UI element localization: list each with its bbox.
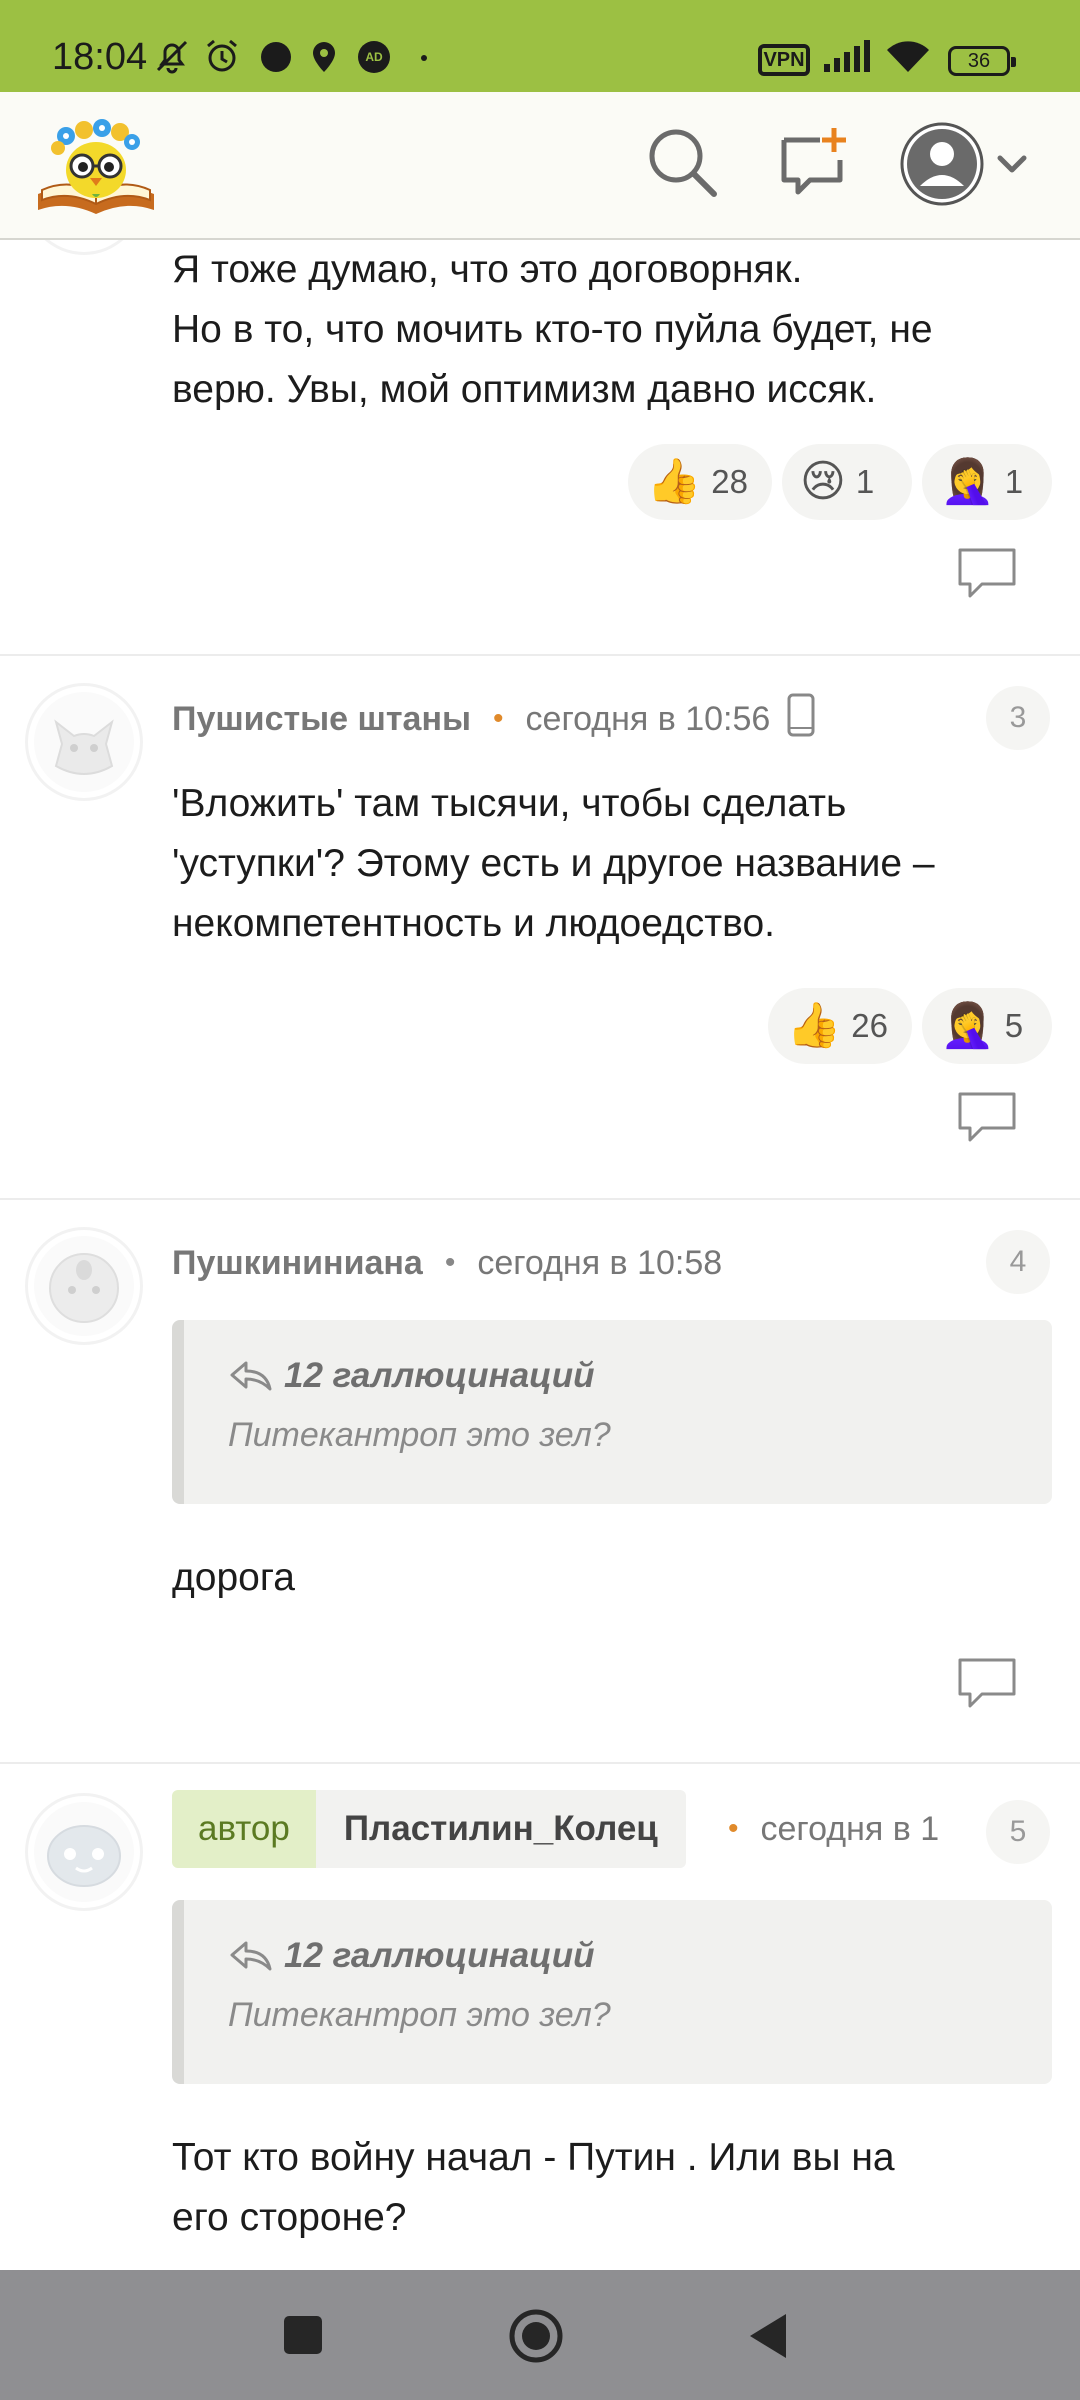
home-circle-icon <box>509 2309 563 2363</box>
reply-icon <box>958 548 1016 598</box>
reply-button[interactable] <box>956 546 1018 600</box>
profile-menu-button[interactable] <box>900 118 1030 208</box>
site-logo[interactable] <box>32 110 160 222</box>
user-avatar[interactable] <box>28 1230 140 1342</box>
quoted-comment[interactable]: 12 галлюцинаций Питекантроп это зел? <box>172 1900 1052 2084</box>
comment-divider <box>0 1198 1080 1200</box>
search-icon <box>649 129 717 197</box>
ad-blocker-icon: AD <box>354 36 394 76</box>
separator-dot: • <box>728 1812 739 1845</box>
new-post-button[interactable] <box>774 122 854 202</box>
app-header <box>0 92 1080 240</box>
location-icon <box>304 36 344 76</box>
quote-author: 12 галлюцинаций <box>228 1936 595 1976</box>
quote-text: Питекантроп это зел? <box>228 1416 611 1454</box>
comment-date: сегодня в 10:58 <box>477 1243 723 1282</box>
comment-date: сегодня в 10:56 <box>525 699 771 738</box>
reply-arrow-icon <box>230 1361 272 1391</box>
comment-text: дорога <box>172 1556 295 1599</box>
reaction-thumbs-up[interactable]: 👍 26 <box>768 988 912 1064</box>
author-badge: автор Пластилин_Колец <box>172 1790 686 1868</box>
vpn-badge: VPN <box>758 44 810 76</box>
reaction-crying[interactable]: 😢 1 <box>782 444 912 520</box>
more-notifications-dot-icon <box>414 36 434 76</box>
reactions-bar: 👍 26 🤦‍♀️ 5 <box>768 988 1052 1064</box>
status-bar: 18:04 AD VPN 36 <box>0 0 1080 92</box>
separator-dot: • <box>493 702 504 735</box>
comment-meta: Пушкининиана • сегодня в 10:58 <box>172 1238 722 1288</box>
square-icon <box>284 2316 322 2354</box>
new-post-icon <box>781 128 846 195</box>
back-button[interactable] <box>744 2308 792 2369</box>
back-triangle-icon <box>750 2314 786 2358</box>
mobile-device-icon <box>786 692 816 747</box>
comment-author[interactable]: Пушкининиана <box>172 1244 423 1283</box>
status-time: 18:04 <box>52 36 148 78</box>
reply-icon <box>958 1658 1016 1708</box>
mute-notifications-icon <box>152 36 192 76</box>
user-avatar[interactable] <box>28 1796 140 1908</box>
comment-author[interactable]: Пластилин_Колец <box>315 1790 686 1868</box>
recent-apps-button[interactable] <box>282 2308 326 2369</box>
author-tag: автор <box>172 1790 316 1868</box>
comment-divider <box>0 654 1080 656</box>
comment-number[interactable]: 4 <box>986 1230 1050 1294</box>
signal-icon <box>822 36 872 76</box>
reply-icon <box>958 1092 1016 1142</box>
comment-meta: Пушистые штаны • сегодня в 10:56 <box>172 692 816 747</box>
comments-feed: Я тоже думаю, что это договорняк. Но в т… <box>0 240 1080 2270</box>
quote-author: 12 галлюцинаций <box>228 1356 595 1396</box>
comment-date: сегодня в 1 <box>760 1809 940 1848</box>
reply-arrow-icon <box>230 1941 272 1971</box>
alarm-icon <box>202 36 242 76</box>
user-avatar[interactable] <box>28 686 140 798</box>
comment-author[interactable]: Пушистые штаны <box>172 700 471 739</box>
quote-text: Питекантроп это зел? <box>228 1996 611 2034</box>
comment-divider <box>0 1762 1080 1764</box>
reaction-facepalm[interactable]: 🤦‍♀️ 5 <box>922 988 1052 1064</box>
wifi-icon <box>884 36 932 76</box>
comment-meta: • сегодня в 1 <box>724 1804 954 1854</box>
search-button[interactable] <box>642 122 722 202</box>
comment-text: Я тоже думаю, что это договорняк. Но в т… <box>172 248 933 411</box>
reaction-thumbs-up[interactable]: 👍 28 <box>628 444 772 520</box>
comment-number[interactable]: 5 <box>986 1800 1050 1864</box>
comment-number[interactable]: 3 <box>986 686 1050 750</box>
system-navigation-bar <box>0 2270 1080 2400</box>
svg-text:AD: AD <box>365 50 383 64</box>
reactions-bar: 👍 28 😢 1 🤦‍♀️ 1 <box>628 444 1052 520</box>
reply-button[interactable] <box>956 1656 1018 1710</box>
app-notification-icon <box>256 36 296 76</box>
reply-button[interactable] <box>956 1090 1018 1144</box>
comment-text: 'Вложить' там тысячи, чтобы сделать 'уст… <box>172 782 935 945</box>
comment-text: Тот кто войну начал - Путин . Или вы на … <box>172 2136 895 2239</box>
quoted-comment[interactable]: 12 галлюцинаций Питекантроп это зел? <box>172 1320 1052 1504</box>
battery-indicator: 36 <box>948 46 1016 76</box>
reaction-facepalm[interactable]: 🤦‍♀️ 1 <box>922 444 1052 520</box>
user-avatar[interactable] <box>28 240 140 252</box>
home-button[interactable] <box>508 2308 564 2369</box>
separator-dot: • <box>444 1246 456 1279</box>
